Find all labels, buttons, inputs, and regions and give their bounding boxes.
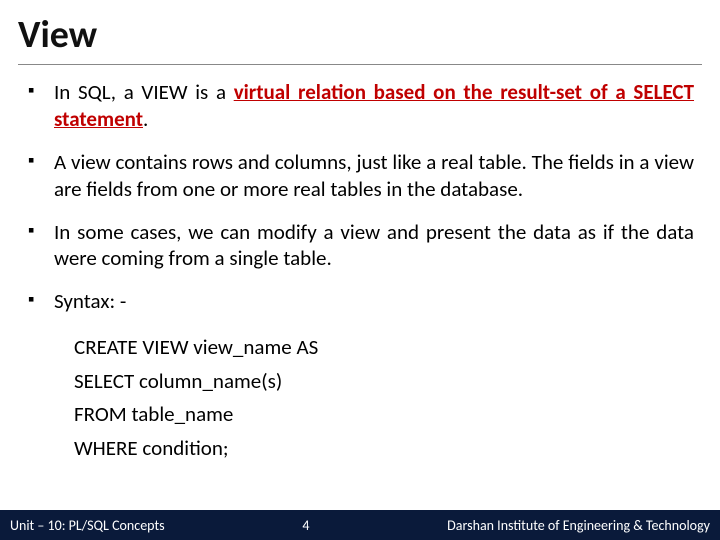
bullet-list: In SQL, a VIEW is a virtual relation bas… xyxy=(26,79,694,315)
bullet-1-pre: In SQL, a VIEW is a xyxy=(54,79,234,105)
bullet-3-text: In some cases, we can modify a view and … xyxy=(54,219,694,272)
syntax-line-3: FROM table_name xyxy=(74,398,694,432)
footer-right: Darshan Institute of Engineering & Techn… xyxy=(447,517,720,534)
slide-body: In SQL, a VIEW is a virtual relation bas… xyxy=(18,79,702,466)
syntax-line-2: SELECT column_name(s) xyxy=(74,365,694,399)
syntax-line-1: CREATE VIEW view_name AS xyxy=(74,331,694,365)
bullet-2-text: A view contains rows and columns, just l… xyxy=(54,149,694,202)
page-title: View xyxy=(18,12,702,65)
bullet-item-2: A view contains rows and columns, just l… xyxy=(26,149,694,203)
footer-page-number: 4 xyxy=(165,517,448,534)
footer-left: Unit – 10: PL/SQL Concepts xyxy=(0,517,165,534)
slide: View In SQL, a VIEW is a virtual relatio… xyxy=(0,0,720,540)
bullet-1-post: . xyxy=(143,106,148,132)
bullet-item-3: In some cases, we can modify a view and … xyxy=(26,219,694,273)
syntax-line-4: WHERE condition; xyxy=(74,432,694,466)
slide-footer: Unit – 10: PL/SQL Concepts 4 Darshan Ins… xyxy=(0,510,720,540)
bullet-item-4: Syntax: - xyxy=(26,288,694,315)
syntax-block: CREATE VIEW view_name AS SELECT column_n… xyxy=(74,331,694,465)
bullet-item-1: In SQL, a VIEW is a virtual relation bas… xyxy=(26,79,694,133)
bullet-4-text: Syntax: - xyxy=(54,288,126,314)
